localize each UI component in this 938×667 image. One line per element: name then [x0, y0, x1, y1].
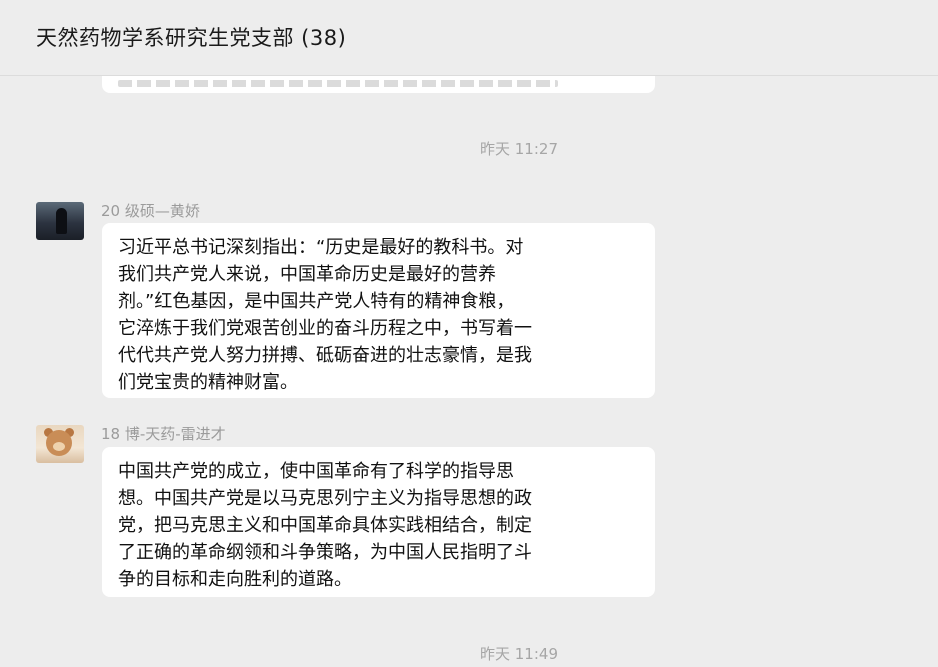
sender-name: 20 级硕—黄娇 — [101, 202, 200, 220]
silhouette — [56, 208, 67, 234]
message-line: 中国共产党的成立，使中国革命有了科学的指导思 — [118, 461, 514, 482]
sender-name: 18 博-天药-雷进才 — [101, 425, 226, 443]
message-line: 党，把马克思主义和中国革命具体实践相结合，制定 — [118, 515, 532, 536]
message-timestamp: 昨天 11:27 — [480, 140, 558, 158]
message-line: 了正确的革命纲领和斗争策略，为中国人民指明了斗 — [118, 542, 532, 563]
cut-off-text — [118, 80, 558, 87]
message-line: 我们共产党人来说，中国革命历史是最好的营养 — [118, 264, 496, 285]
message-line: 争的目标和走向胜利的道路。 — [118, 569, 352, 590]
message-line: 习近平总书记深刻指出：“历史是最好的教科书。对 — [118, 237, 524, 258]
user-avatar-photo[interactable] — [36, 202, 84, 240]
message-line: 们党宝贵的精神财富。 — [118, 372, 298, 393]
message-timestamp: 昨天 11:49 — [480, 645, 558, 663]
message-bubble[interactable]: 中国共产党的成立，使中国革命有了科学的指导思 想。中国共产党是以马克思列宁主义为… — [102, 447, 655, 597]
message-line: 想。中国共产党是以马克思列宁主义为指导思想的政 — [118, 488, 532, 509]
message-list[interactable]: 昨天 11:27 20 级硕—黄娇 习近平总书记深刻指出：“历史是最好的教科书。… — [0, 76, 938, 667]
chat-title-bar: 天然药物学系研究生党支部 (38) — [0, 0, 938, 76]
bear-snout — [53, 442, 65, 451]
message-line: 剂。”红色基因，是中国共产党人特有的精神食粮， — [118, 291, 515, 312]
message-bubble[interactable]: 习近平总书记深刻指出：“历史是最好的教科书。对 我们共产党人来说，中国革命历史是… — [102, 223, 655, 398]
chat-title: 天然药物学系研究生党支部 (38) — [36, 26, 347, 50]
teddy-bear-avatar[interactable] — [36, 425, 84, 463]
message-line: 它淬炼于我们党艰苦创业的奋斗历程之中，书写着一 — [118, 318, 532, 339]
message-bubble-previous[interactable] — [102, 76, 655, 93]
message-line: 代代共产党人努力拼搏、砥砺奋进的壮志豪情，是我 — [118, 345, 532, 366]
